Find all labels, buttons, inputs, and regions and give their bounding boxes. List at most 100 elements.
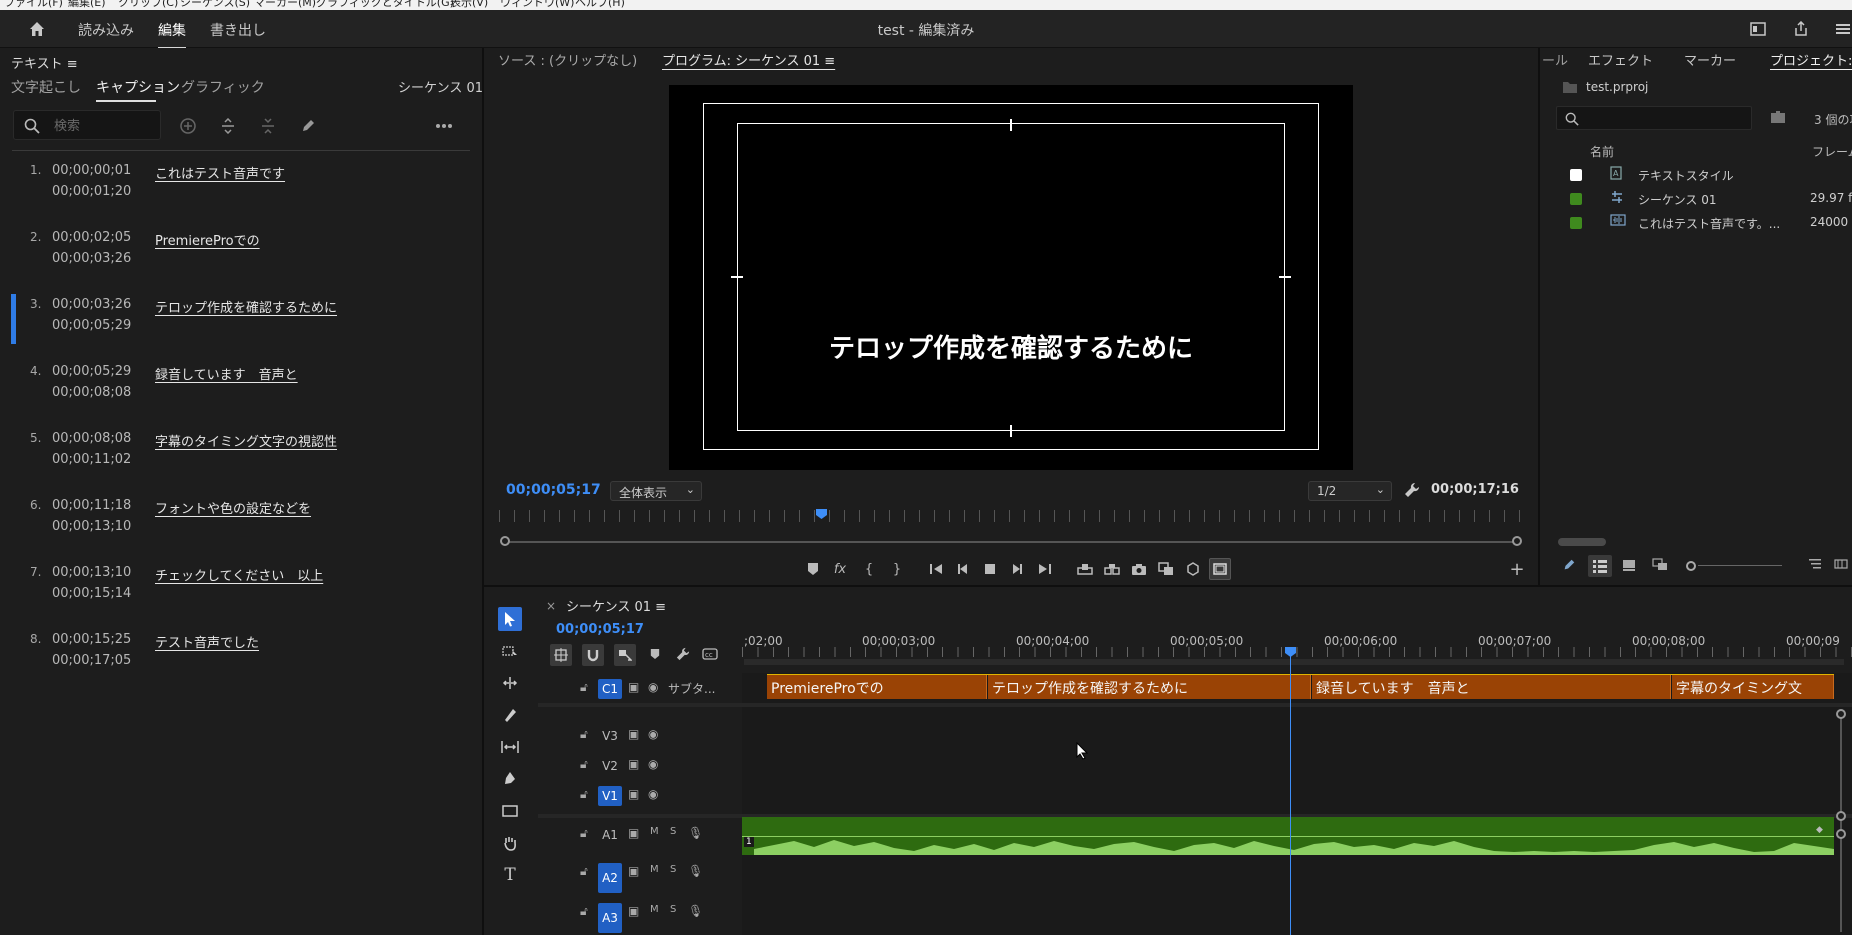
solo-button[interactable]: S [670,904,676,915]
caption-clip[interactable]: 録音しています 音声と [1312,675,1671,699]
split-caption-icon[interactable] [218,116,238,136]
tab-libraries[interactable]: ール [1542,50,1568,69]
caption-item-2[interactable]: 2. 00;00;02;05 00;00;03;26 PremiereProでの [0,230,470,296]
hand-tool-icon[interactable] [498,831,522,855]
extract-icon[interactable] [1101,558,1123,580]
scrollbar-handle-right[interactable] [1512,536,1522,546]
mute-button[interactable]: M [650,826,659,837]
wrench-icon[interactable] [1404,482,1420,498]
caption-in-time[interactable]: 00;00;00;01 [52,163,131,178]
list-view-icon[interactable] [1588,555,1612,577]
tab-transcribe[interactable]: 文字起こし [11,77,81,97]
menu-help[interactable]: ヘルプ(H) [575,0,625,10]
scrollbar-handle-middle[interactable] [1836,811,1846,821]
microphone-icon[interactable]: 🎙︎ [688,826,703,840]
menu-clip[interactable]: クリップ(C) [118,0,178,10]
lock-icon[interactable]: 🔓︎ [580,904,588,919]
video-viewer[interactable]: テロップ作成を確認するために [669,85,1353,470]
lock-icon[interactable]: 🔓︎ [580,727,588,742]
wrench-icon[interactable] [676,647,692,663]
project-search[interactable] [1556,106,1752,130]
column-name-header[interactable]: 名前 [1590,143,1614,160]
razor-tool-icon[interactable] [498,703,522,727]
track-area[interactable] [742,673,1852,935]
merge-caption-icon[interactable] [258,116,278,136]
search-input[interactable] [54,116,154,136]
timeline-ruler[interactable] [742,647,1852,657]
tab-markers[interactable]: マーカー [1684,50,1736,69]
caption-item-5[interactable]: 5. 00;00;08;08 00;00;11;02 字幕のタイミング文字の視認… [0,431,470,497]
work-area-bar[interactable] [744,659,1844,665]
track-target-v2[interactable]: V2 [598,756,622,776]
track-select-tool-icon[interactable] [498,639,522,663]
caption-clip[interactable]: テロップ作成を確認するために [988,675,1311,699]
caption-out-time[interactable]: 00;00;08;08 [52,385,131,400]
new-bin-icon[interactable] [1770,110,1788,126]
zoom-slider[interactable] [1686,561,1786,571]
rectangle-tool-icon[interactable] [498,799,522,823]
sync-lock-icon[interactable]: ▣ [628,787,639,801]
caption-text[interactable]: これはテスト音声です [155,163,285,182]
tab-project[interactable]: プロジェクト: t [1770,50,1852,69]
timeline-playhead-line[interactable] [1290,649,1291,935]
caption-out-time[interactable]: 00;00;05;29 [52,318,131,333]
menu-window[interactable]: ウィンドウ(W) [500,0,574,10]
sync-lock-icon[interactable]: ▣ [628,680,639,694]
sync-lock-icon[interactable]: ▣ [628,757,639,771]
lock-icon[interactable]: 🔓︎ [580,757,588,772]
caption-out-time[interactable]: 00;00;01;20 [52,184,131,199]
panel-layout-icon[interactable] [1747,18,1769,40]
lock-icon[interactable]: 🔓︎ [580,680,588,695]
share-icon[interactable] [1790,18,1812,40]
caption-item-8[interactable]: 8. 00;00;15;25 00;00;17;05 テスト音声でした [0,632,470,698]
caption-search[interactable] [13,110,161,140]
sort-icon[interactable] [1808,558,1824,574]
label-color-swatch[interactable] [1570,169,1582,181]
tab-program-monitor[interactable]: プログラム: シーケンス 01 ≡ [662,50,835,69]
caption-out-time[interactable]: 00;00;17;05 [52,653,131,668]
timeline-timecode[interactable]: 00;00;05;17 [556,622,644,637]
timeline-title[interactable]: シーケンス 01 ≡ [566,596,666,615]
caption-in-time[interactable]: 00;00;13;10 [52,565,131,580]
eye-icon[interactable]: ◉ [648,787,658,801]
slip-tool-icon[interactable] [498,735,522,759]
tab-caption[interactable]: キャプション [96,77,180,97]
monitor-time-ruler[interactable] [499,510,1521,522]
playhead-timecode[interactable]: 00;00;05;17 [506,482,601,498]
caption-out-time[interactable]: 00;00;11;02 [52,452,131,467]
scrollbar-handle-bottom[interactable] [1836,829,1846,839]
mute-button[interactable]: M [650,904,659,915]
mark-out-icon[interactable]: } [886,558,908,580]
solo-button[interactable]: S [670,864,676,875]
zoom-scrollbar[interactable] [505,541,1517,543]
add-caption-icon[interactable] [178,116,198,136]
caption-in-time[interactable]: 00;00;05;29 [52,364,131,379]
lock-icon[interactable]: 🔓︎ [580,864,588,879]
caption-clip[interactable]: 字幕のタイミング文 [1672,675,1834,699]
stop-icon[interactable] [979,558,1001,580]
column-framerate-header[interactable]: フレームレー [1812,143,1852,160]
caption-in-time[interactable]: 00;00;02;05 [52,230,131,245]
caption-in-time[interactable]: 00;00;08;08 [52,431,131,446]
caption-out-time[interactable]: 00;00;13;10 [52,519,131,534]
scrollbar-handle-top[interactable] [1836,709,1846,719]
project-horizontal-scrollbar[interactable] [1558,538,1606,546]
zoom-slider-handle[interactable] [1686,561,1696,571]
selection-tool-icon[interactable] [498,607,522,631]
caption-item-1[interactable]: 1. 00;00;00;01 00;00;01;20 これはテスト音声です [0,163,470,229]
project-item-sequence[interactable]: シーケンス 01 29.97 fps [1558,187,1852,211]
microphone-icon[interactable]: 🎙︎ [688,904,703,918]
lock-icon[interactable]: 🔓︎ [580,787,588,802]
caption-text[interactable]: フォントや色の設定などを [155,498,311,517]
comparison-view-icon[interactable] [1155,558,1177,580]
track-target-v3[interactable]: V3 [598,726,622,746]
caption-text[interactable]: テスト音声でした [155,632,259,651]
sequence-selector[interactable]: シーケンス 01 [398,77,483,96]
add-marker-icon[interactable] [650,648,664,662]
menu-sequence[interactable]: シーケンス(S) [180,0,250,10]
workspace-menu-icon[interactable] [1832,18,1852,40]
safe-margins-icon[interactable] [1209,558,1231,580]
pencil-icon[interactable] [1562,558,1578,574]
track-target-a3[interactable]: A3 [598,903,622,933]
audio-clip[interactable]: 1 [742,817,1834,855]
